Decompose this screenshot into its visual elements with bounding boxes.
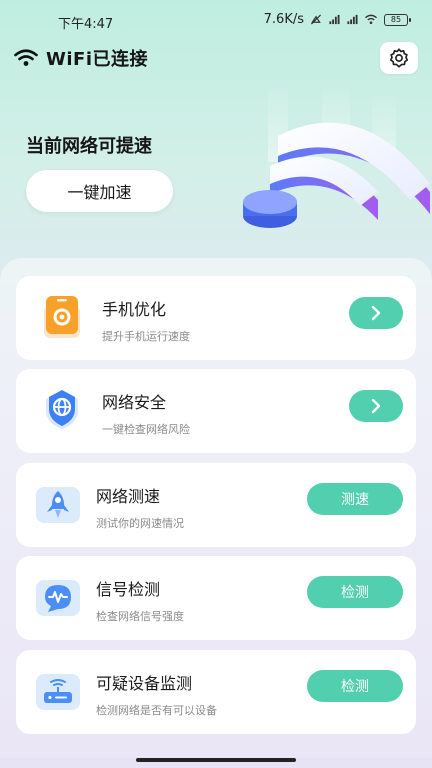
network-shield-icon [46, 390, 78, 429]
signal-check-button[interactable]: 检测 [307, 576, 403, 608]
chevron-right-icon [371, 305, 381, 321]
router-icon [36, 674, 80, 710]
card-subtitle: 提升手机运行速度 [102, 330, 190, 343]
wifi-status-title: WiFi已连接 [46, 49, 148, 70]
card-subtitle: 检测网络是否有可以设备 [96, 704, 217, 717]
cell-signal-icon [329, 14, 340, 25]
status-icons: 7.6K/s 85 [263, 12, 411, 27]
mute-icon [310, 14, 322, 25]
card-speed-test[interactable]: 网络测速 测试你的网速情况 测速 [16, 463, 416, 547]
hero-title: 当前网络可提速 [26, 136, 152, 157]
battery-icon: 85 [384, 13, 411, 26]
boost-button[interactable]: 一键加速 [26, 170, 173, 212]
home-indicator[interactable] [136, 758, 296, 762]
card-network-security[interactable]: 网络安全 一键检查网络风险 [16, 369, 416, 453]
card-signal-check[interactable]: 信号检测 检查网络信号强度 检测 [16, 556, 416, 640]
card-subtitle: 一键检查网络风险 [102, 423, 190, 436]
status-bar: 下午4:47 7.6K/s 85 [0, 0, 432, 40]
card-title: 可疑设备监测 [96, 674, 193, 693]
card-title: 网络测速 [96, 487, 161, 506]
network-speed: 7.6K/s [263, 12, 304, 27]
phone-optimize-arrow-button[interactable] [349, 297, 403, 329]
chevron-right-icon [371, 398, 381, 414]
network-security-arrow-button[interactable] [349, 390, 403, 422]
settings-button[interactable] [380, 42, 418, 74]
rocket-icon [36, 487, 80, 523]
card-subtitle: 测试你的网速情况 [96, 517, 184, 530]
wifi-status-icon [365, 14, 377, 24]
card-title: 网络安全 [102, 393, 167, 412]
device-monitor-button[interactable]: 检测 [307, 670, 403, 702]
card-phone-optimize[interactable]: 手机优化 提升手机运行速度 [16, 276, 416, 360]
status-time: 下午4:47 [58, 17, 114, 32]
cell-signal-icon-2 [347, 14, 358, 25]
wifi-3d-illustration [243, 82, 430, 228]
card-title: 信号检测 [96, 580, 161, 599]
speed-test-button[interactable]: 测速 [307, 483, 403, 515]
signal-bubble-icon [36, 580, 80, 616]
card-device-monitor[interactable]: 可疑设备监测 检测网络是否有可以设备 检测 [16, 650, 416, 734]
wifi-icon [14, 49, 38, 66]
phone-optimize-icon [44, 296, 80, 338]
gear-icon [389, 48, 409, 68]
card-title: 手机优化 [102, 300, 167, 319]
app-header: WiFi已连接 [14, 44, 148, 72]
card-subtitle: 检查网络信号强度 [96, 610, 184, 623]
